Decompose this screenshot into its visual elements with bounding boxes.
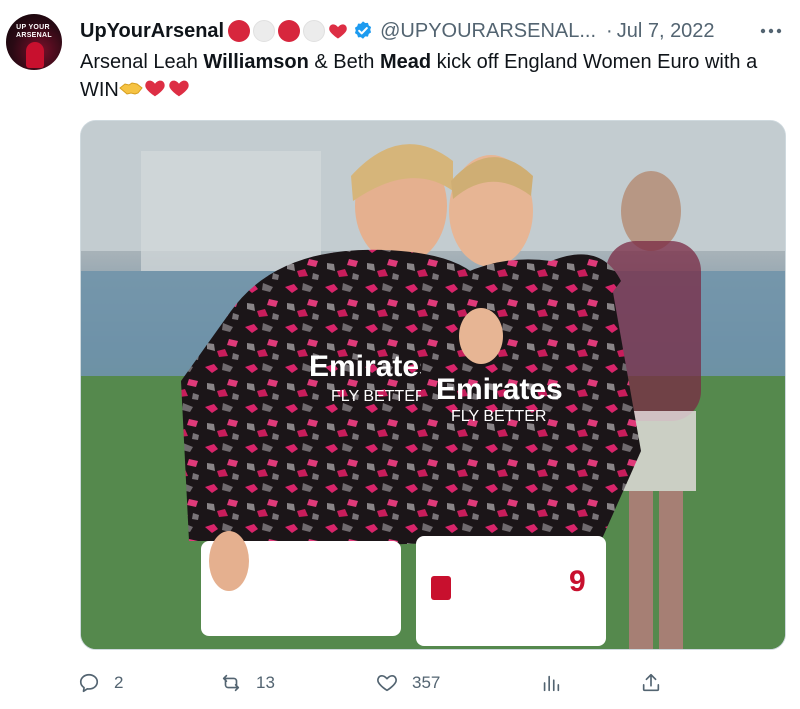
retweet-button[interactable]: 13 bbox=[220, 668, 275, 698]
separator-dot: · bbox=[606, 19, 613, 42]
shirt-sponsor-right: Emirates bbox=[436, 373, 563, 406]
svg-text:9: 9 bbox=[569, 565, 586, 598]
reply-button[interactable]: 2 bbox=[78, 668, 123, 698]
white-circle-emoji bbox=[253, 20, 276, 42]
like-count: 357 bbox=[412, 673, 441, 692]
tweet-date[interactable]: Jul 7, 2022 bbox=[617, 20, 715, 43]
retweet-icon bbox=[222, 674, 240, 692]
heart-icon bbox=[377, 675, 397, 692]
display-name[interactable]: UpYourArsenal bbox=[80, 20, 224, 43]
share-button[interactable] bbox=[640, 668, 662, 698]
avatar-text: UP YOUR ARSENAL bbox=[16, 24, 52, 39]
tweet-text-bold: Williamson bbox=[203, 51, 309, 73]
bar-chart-icon bbox=[543, 675, 560, 692]
name-flair bbox=[228, 20, 348, 42]
avatar[interactable]: UP YOUR ARSENAL bbox=[6, 14, 62, 70]
tweet-text-part: & Beth bbox=[308, 51, 380, 73]
more-options-icon[interactable] bbox=[758, 18, 784, 44]
views-button[interactable] bbox=[540, 668, 562, 698]
tweet-actions: 2 13 357 bbox=[78, 668, 678, 698]
tweet-text-part: Arsenal Leah bbox=[80, 51, 204, 73]
red-heart-icon bbox=[329, 24, 347, 39]
shirt-sponsor-left: Emirates bbox=[309, 350, 436, 383]
handshake-emoji-icon bbox=[119, 82, 143, 95]
shirt-sponsor-sub-left: FLY BETTER bbox=[331, 388, 426, 405]
reply-count: 2 bbox=[114, 673, 124, 692]
like-button[interactable]: 357 bbox=[376, 668, 440, 698]
white-circle-emoji bbox=[303, 20, 326, 42]
reply-icon bbox=[79, 673, 99, 693]
retweet-count: 13 bbox=[256, 673, 275, 692]
share-icon bbox=[642, 673, 660, 692]
shirt-sponsor-sub-right: FLY BETTER bbox=[451, 408, 546, 425]
red-circle-emoji bbox=[228, 20, 251, 42]
verified-badge-icon bbox=[355, 21, 372, 39]
avatar-figure bbox=[26, 42, 44, 68]
red-circle-emoji bbox=[278, 20, 301, 42]
red-heart-icon bbox=[145, 80, 165, 97]
tweet-text-bold: Mead bbox=[379, 51, 432, 73]
tweet-photo[interactable]: Emirates FLY BETTER Emirates FLY BETTER … bbox=[80, 120, 786, 650]
red-heart-icon bbox=[169, 80, 189, 97]
tweet-text: Arsenal Leah Williamson & Beth Mead kick… bbox=[80, 48, 790, 104]
photo-illustration: Emirates FLY BETTER Emirates FLY BETTER … bbox=[81, 121, 785, 649]
user-handle[interactable]: @UPYOURARSENAL... bbox=[380, 20, 596, 43]
tweet-header: UpYourArsenal @UPYOURARSENAL... · Jul 7,… bbox=[80, 16, 715, 46]
